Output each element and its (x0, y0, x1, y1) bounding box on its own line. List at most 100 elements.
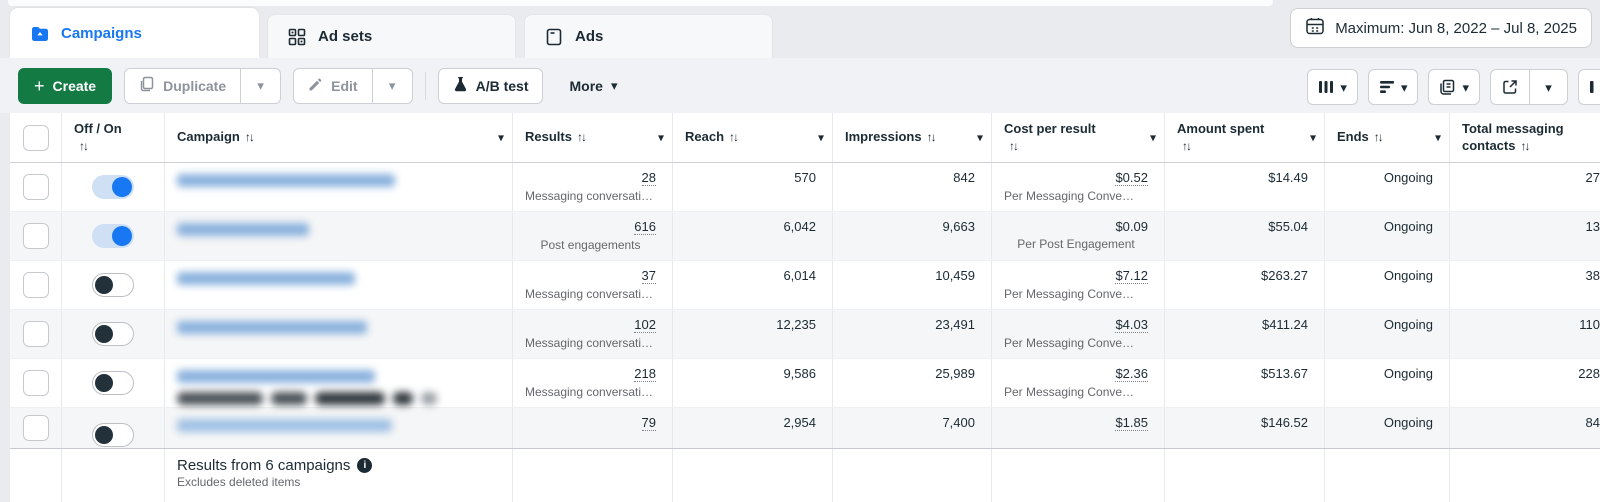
header-impressions[interactable]: Impressions ↑↓ ▾ (833, 113, 992, 162)
calendar-icon (1305, 16, 1325, 40)
header-cost-per-result[interactable]: Cost per result ↑↓ ▾ (992, 113, 1165, 162)
flask-icon (453, 76, 468, 95)
tab-campaigns[interactable]: Campaigns (10, 8, 259, 58)
ends-value: Ongoing (1383, 366, 1433, 381)
export-dropdown-button[interactable]: ▾ (1529, 70, 1567, 104)
chevron-down-icon[interactable]: ▾ (1150, 130, 1156, 145)
header-amount-spent[interactable]: Amount spent ↑↓ ▾ (1165, 113, 1325, 162)
chevron-down-icon[interactable]: ▾ (818, 130, 824, 145)
ab-test-button[interactable]: A/B test (437, 67, 544, 104)
create-button[interactable]: + Create (18, 67, 113, 104)
duplicate-icon (139, 76, 155, 95)
ends-value: Ongoing (1383, 268, 1433, 283)
ends-value: Ongoing (1383, 317, 1433, 332)
header-campaign[interactable]: Campaign ↑↓ ▾ (165, 113, 513, 162)
cost-per-result-value: $0.09 (1115, 219, 1148, 234)
header-reach[interactable]: Reach ↑↓ ▾ (673, 113, 833, 162)
top-strip: Campaigns Ad sets Ads Maximum: Jun 8, 20… (0, 0, 1600, 58)
impressions-value: 842 (953, 170, 975, 185)
left-gutter (0, 113, 10, 502)
row-checkbox[interactable] (22, 321, 49, 347)
sort-icon: ↑↓ (1009, 138, 1019, 153)
info-icon[interactable]: i (357, 458, 373, 473)
results-type-label: Messaging conversati… (525, 385, 654, 399)
toggle-knob (95, 325, 113, 343)
table-row: 37 Messaging conversati… 6,014 10,459 $7.… (10, 261, 1600, 310)
select-all-checkbox[interactable] (22, 124, 49, 151)
row-checkbox[interactable] (22, 223, 49, 249)
header-results[interactable]: Results ↑↓ ▾ (513, 113, 673, 162)
campaigns-folder-icon (29, 23, 51, 45)
chevron-down-icon[interactable]: ▾ (977, 130, 983, 145)
toggle-knob (95, 426, 113, 444)
campaign-name-redacted[interactable] (177, 174, 395, 187)
chevron-down-icon[interactable]: ▾ (1435, 130, 1441, 145)
header-label: Total messaging contacts (1462, 121, 1564, 153)
results-type-label: Post engagements (540, 238, 641, 252)
tab-ad-sets[interactable]: Ad sets (267, 14, 516, 58)
cost-type-label: Per Messaging Conve… (1004, 189, 1135, 203)
campaign-toggle[interactable] (92, 423, 134, 447)
results-value: 102 (634, 317, 656, 333)
duplicate-dropdown-button[interactable]: ▾ (240, 68, 280, 103)
table-row: 218 Messaging conversati… 9,586 25,989 $2… (10, 359, 1600, 408)
reach-value: 9,586 (783, 366, 816, 381)
plus-icon: + (34, 75, 45, 96)
sort-icon: ↑↓ (79, 138, 89, 153)
campaign-toggle[interactable] (92, 371, 134, 395)
header-label: Cost per result (1004, 121, 1096, 137)
impressions-value: 9,663 (942, 219, 975, 234)
chevron-down-icon[interactable]: ▾ (658, 130, 664, 145)
sort-icon: ↑↓ (1373, 130, 1384, 145)
header-off-on[interactable]: Off / On ↑↓ (62, 113, 165, 162)
breakdown-button[interactable]: ▾ (1367, 69, 1419, 105)
tab-ads[interactable]: Ads (524, 14, 773, 58)
reach-value: 570 (794, 170, 816, 185)
reports-button[interactable]: ▾ (1428, 69, 1480, 105)
edit-dropdown-button[interactable]: ▾ (371, 68, 412, 103)
impressions-value: 25,989 (935, 366, 975, 381)
columns-button[interactable]: ▾ (1307, 69, 1358, 105)
cost-type-label: Per Messaging Conve… (1004, 336, 1135, 350)
campaign-toggle[interactable] (92, 224, 134, 248)
sort-icon: ↑↓ (1182, 138, 1192, 153)
table-row: 79 2,954 7,400 $1.85 $146.52 Ongoing 84 (10, 408, 1600, 449)
export-button[interactable] (1491, 70, 1529, 104)
campaign-name-redacted[interactable] (177, 321, 367, 334)
header-ends[interactable]: Ends ↑↓ ▾ (1325, 113, 1450, 162)
amount-spent-value: $411.24 (1261, 317, 1308, 332)
columns-icon (1319, 81, 1334, 93)
edit-button[interactable]: Edit (294, 69, 371, 103)
campaign-toggle[interactable] (92, 175, 134, 199)
sort-icon: ↑↓ (926, 130, 937, 145)
chevron-down-icon: ▾ (257, 78, 264, 93)
chevron-down-icon[interactable]: ▾ (1310, 130, 1316, 145)
cost-type-label: Per Post Engagement (1017, 237, 1135, 251)
campaign-name-redacted[interactable] (177, 419, 392, 432)
row-checkbox[interactable] (22, 415, 49, 441)
campaigns-table: Off / On ↑↓ Campaign ↑↓ ▾ Results ↑↓ ▾ Reac… (10, 113, 1600, 502)
tab-label: Ads (575, 28, 604, 45)
campaign-badges-redacted (177, 392, 496, 405)
summary-row: Results from 6 campaigns i Excludes delet… (10, 449, 1600, 502)
row-checkbox[interactable] (22, 174, 49, 200)
duplicate-button[interactable]: Duplicate (125, 69, 240, 103)
campaign-name-redacted[interactable] (177, 370, 375, 383)
charts-button-partial[interactable] (1578, 69, 1600, 105)
results-summary: Results from 6 campaigns (177, 457, 351, 474)
cost-per-result-value: $4.03 (1115, 317, 1148, 333)
date-range-picker[interactable]: Maximum: Jun 8, 2022 – Jul 8, 2025 (1290, 8, 1592, 48)
cost-type-label: Per Messaging Conve… (1004, 385, 1135, 399)
more-button[interactable]: More ▾ (561, 68, 625, 104)
chevron-down-icon: ▾ (610, 78, 618, 93)
row-checkbox[interactable] (22, 272, 49, 298)
header-total-messaging-contacts[interactable]: Total messaging contacts↑↓ ▾ (1450, 113, 1600, 162)
campaign-name-redacted[interactable] (177, 272, 355, 285)
campaign-toggle[interactable] (92, 322, 134, 346)
header-label: Results (525, 129, 572, 145)
chevron-down-icon[interactable]: ▾ (498, 130, 504, 145)
cost-per-result-value: $2.36 (1115, 366, 1148, 382)
campaign-name-redacted[interactable] (177, 223, 309, 236)
row-checkbox[interactable] (22, 370, 49, 396)
campaign-toggle[interactable] (92, 273, 134, 297)
